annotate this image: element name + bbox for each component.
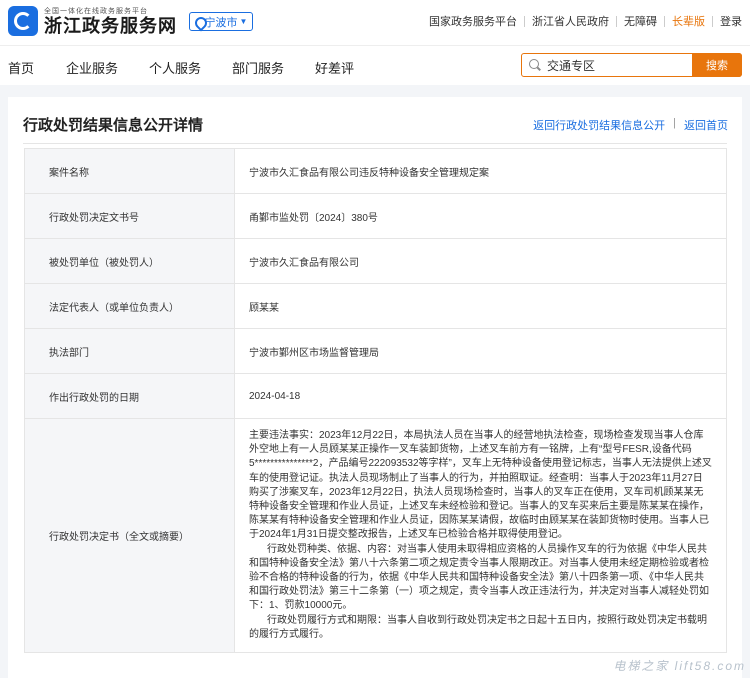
row-label: 执法部门 bbox=[24, 328, 235, 374]
nav-department-services[interactable]: 部门服务 bbox=[232, 58, 284, 77]
table-row: 法定代表人（或单位负责人） 顾某某 bbox=[24, 283, 727, 329]
decision-facts: 主要违法事实：2023年12月22日，本局执法人员在当事人的经营地执法检查，现场… bbox=[249, 430, 712, 541]
top-header: 全国一体化在线政务服务平台 浙江政务服务网 宁波市 ▼ 国家政务服务平台 浙江省… bbox=[0, 0, 750, 45]
page-title: 行政处罚结果信息公开详情 bbox=[23, 117, 204, 134]
row-value: 宁波市久汇食品有限公司 bbox=[234, 238, 727, 284]
decision-text: 主要违法事实：2023年12月22日，本局执法人员在当事人的经营地执法检查，现场… bbox=[234, 417, 727, 654]
top-links: 国家政务服务平台 浙江省人民政府 无障碍 长辈版 登录 bbox=[429, 13, 742, 29]
table-row: 执法部门 宁波市鄞州区市场监督管理局 bbox=[24, 328, 727, 374]
search-icon bbox=[529, 59, 541, 71]
search-box: 搜索 bbox=[521, 53, 742, 77]
link-separator: | bbox=[673, 117, 676, 129]
nav-enterprise-services[interactable]: 企业服务 bbox=[66, 58, 118, 77]
chevron-down-icon: ▼ bbox=[239, 17, 248, 26]
site-logo[interactable]: 全国一体化在线政务服务平台 浙江政务服务网 bbox=[8, 6, 177, 36]
search-button[interactable]: 搜索 bbox=[692, 53, 742, 77]
watermark: 电梯之家 lift58.com bbox=[613, 659, 746, 673]
logo-subtitle: 全国一体化在线政务服务平台 bbox=[44, 8, 148, 15]
back-to-list-link[interactable]: 返回行政处罚结果信息公开 bbox=[533, 117, 665, 133]
row-label: 行政处罚决定文书号 bbox=[24, 193, 235, 239]
table-row: 作出行政处罚的日期 2024-04-18 bbox=[24, 373, 727, 419]
table-row-decision: 行政处罚决定书（全文或摘要） 主要违法事实：2023年12月22日，本局执法人员… bbox=[24, 417, 727, 654]
nav-home[interactable]: 首页 bbox=[8, 58, 34, 77]
title-divider bbox=[23, 143, 727, 144]
row-label: 作出行政处罚的日期 bbox=[24, 373, 235, 419]
logo-icon bbox=[8, 6, 38, 36]
row-label: 案件名称 bbox=[24, 148, 235, 194]
table-row: 案件名称 宁波市久汇食品有限公司违反特种设备安全管理规定案 bbox=[24, 148, 727, 194]
table-row: 被处罚单位（被处罚人） 宁波市久汇食品有限公司 bbox=[24, 238, 727, 284]
decision-label: 行政处罚决定书（全文或摘要） bbox=[24, 417, 235, 654]
location-pin-icon bbox=[195, 17, 203, 27]
back-to-home-link[interactable]: 返回首页 bbox=[684, 117, 728, 133]
row-value: 甬鄞市监处罚〔2024〕380号 bbox=[234, 193, 727, 239]
city-label: 宁波市 bbox=[204, 16, 238, 29]
link-national-platform[interactable]: 国家政务服务平台 bbox=[429, 13, 517, 29]
city-selector[interactable]: 宁波市 ▼ bbox=[189, 12, 253, 31]
row-value: 顾某某 bbox=[234, 283, 727, 329]
detail-card: 行政处罚结果信息公开详情 返回行政处罚结果信息公开 | 返回首页 案件名称 宁波… bbox=[8, 97, 742, 678]
link-provincial-government[interactable]: 浙江省人民政府 bbox=[532, 13, 609, 29]
decision-penalty: 行政处罚种类、依据、内容：对当事人使用未取得相应资格的人员操作叉车的行为依据《中… bbox=[249, 543, 709, 612]
row-label: 法定代表人（或单位负责人） bbox=[24, 283, 235, 329]
nav-rating[interactable]: 好差评 bbox=[315, 58, 354, 77]
penalty-info-table: 案件名称 宁波市久汇食品有限公司违反特种设备安全管理规定案 行政处罚决定文书号 … bbox=[24, 148, 727, 654]
row-value: 宁波市鄞州区市场监督管理局 bbox=[234, 328, 727, 374]
row-value: 2024-04-18 bbox=[234, 373, 727, 419]
search-input[interactable] bbox=[547, 58, 687, 72]
link-login[interactable]: 登录 bbox=[720, 13, 742, 29]
logo-title: 浙江政务服务网 bbox=[44, 16, 177, 36]
row-value: 宁波市久汇食品有限公司违反特种设备安全管理规定案 bbox=[234, 148, 727, 194]
decision-execution: 行政处罚履行方式和期限：当事人自收到行政处罚决定书之日起十五日内，按照行政处罚决… bbox=[249, 614, 707, 640]
row-label: 被处罚单位（被处罚人） bbox=[24, 238, 235, 284]
nav-personal-services[interactable]: 个人服务 bbox=[149, 58, 201, 77]
card-links: 返回行政处罚结果信息公开 | 返回首页 bbox=[533, 117, 728, 133]
link-elder-mode[interactable]: 长辈版 bbox=[672, 13, 705, 29]
table-row: 行政处罚决定文书号 甬鄞市监处罚〔2024〕380号 bbox=[24, 193, 727, 239]
link-accessibility[interactable]: 无障碍 bbox=[624, 13, 657, 29]
